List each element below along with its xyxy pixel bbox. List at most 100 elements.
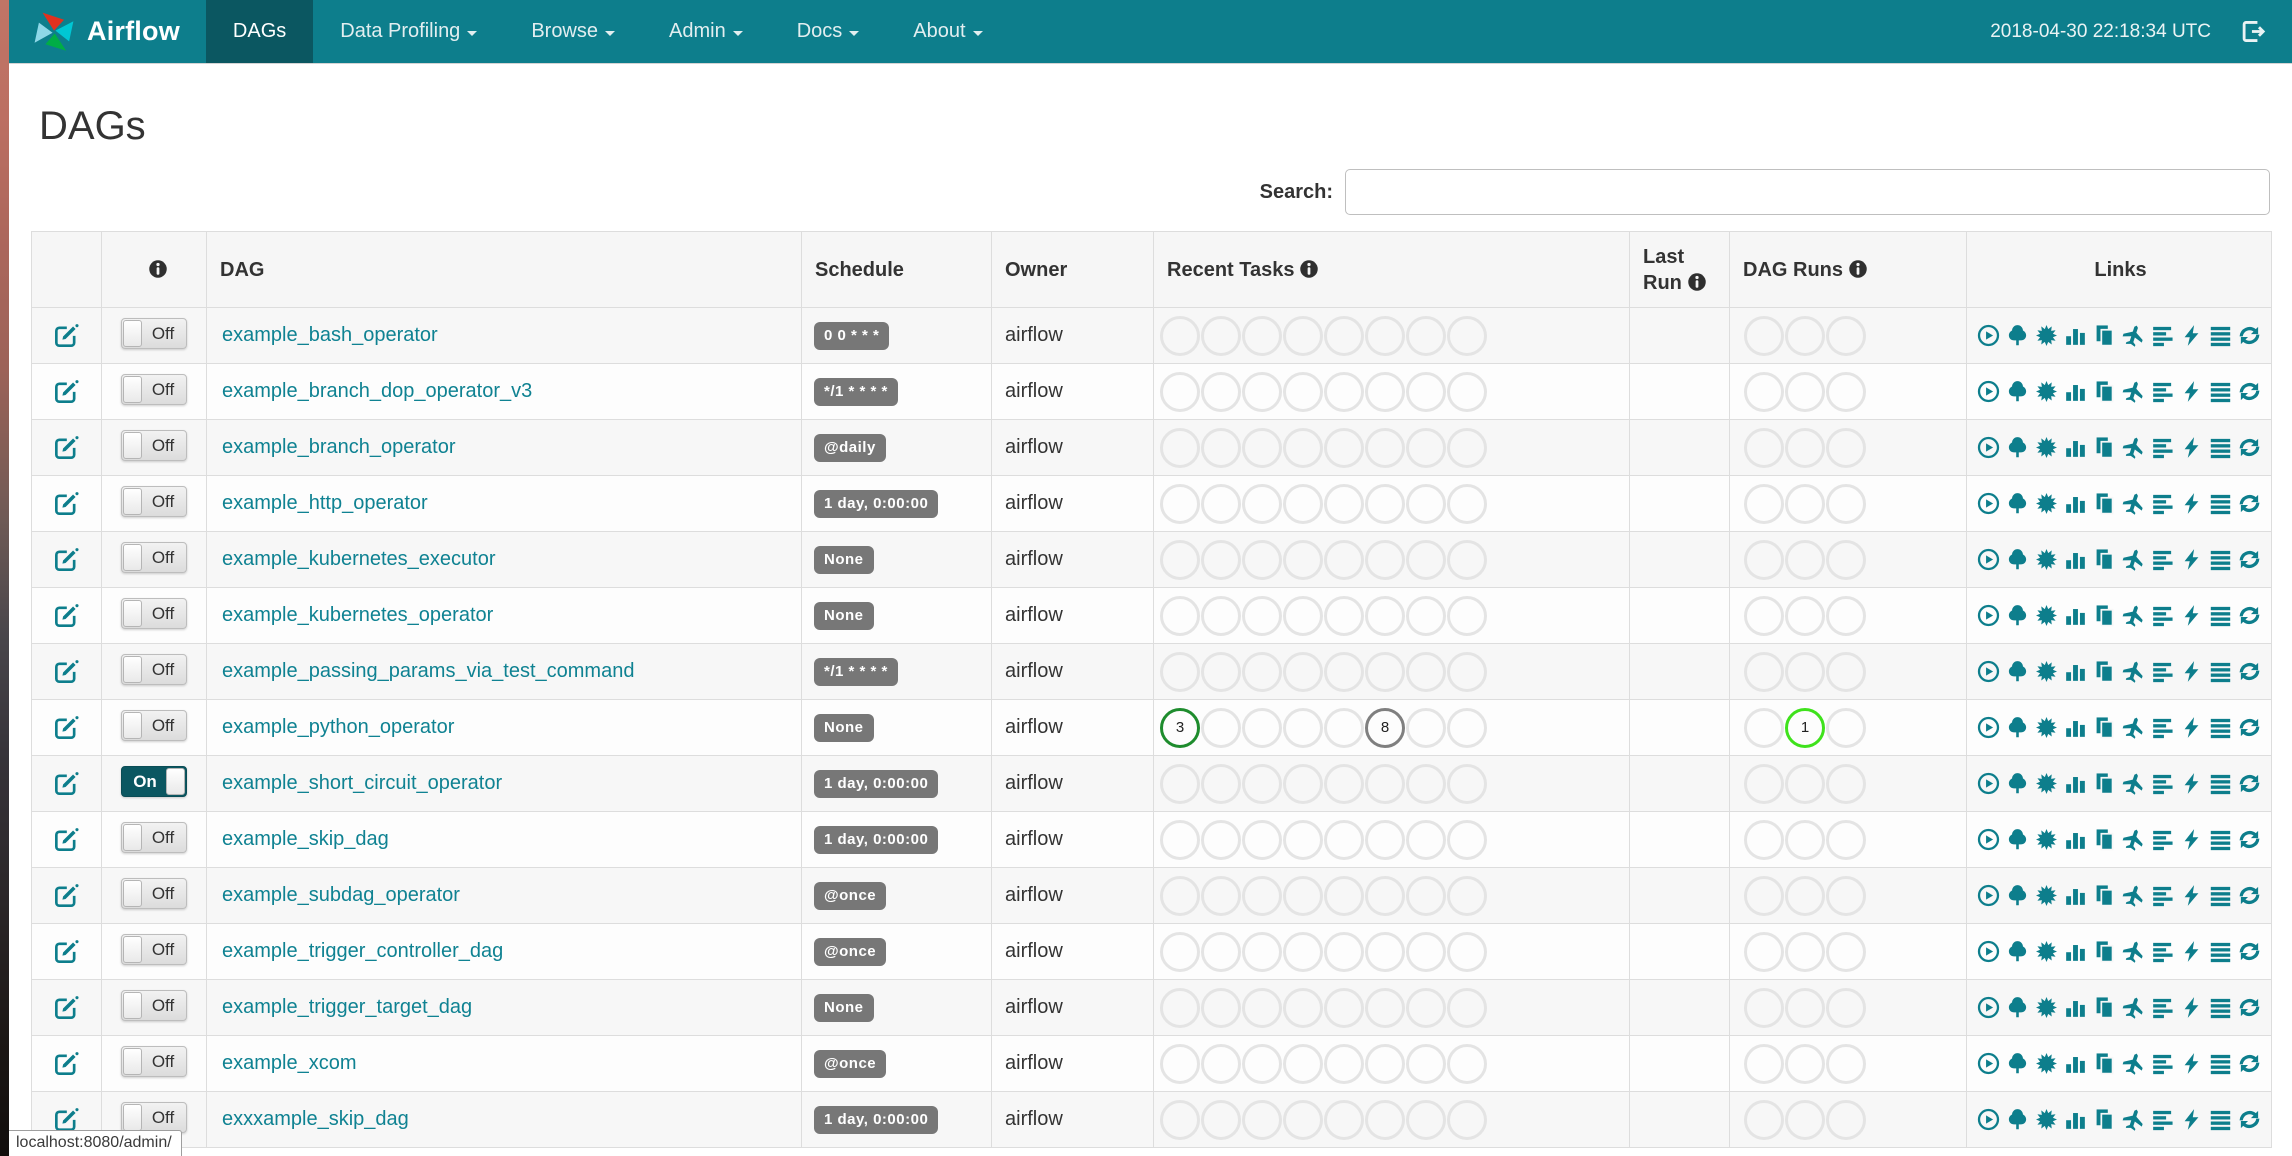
tree-view-icon[interactable] — [2006, 940, 2029, 963]
refresh-icon[interactable] — [2238, 380, 2261, 403]
edit-dag-icon[interactable] — [54, 603, 79, 628]
dag-pause-toggle[interactable]: Off — [121, 1101, 187, 1133]
task-tries-icon[interactable] — [2093, 380, 2116, 403]
logs-icon[interactable] — [2209, 884, 2232, 907]
dag-link[interactable]: exxxample_skip_dag — [222, 1108, 409, 1130]
refresh-icon[interactable] — [2238, 772, 2261, 795]
task-duration-icon[interactable] — [2064, 436, 2087, 459]
graph-view-icon[interactable] — [2035, 604, 2058, 627]
trigger-dag-icon[interactable] — [1977, 380, 2000, 403]
landing-times-icon[interactable] — [2122, 884, 2145, 907]
dag-link[interactable]: example_branch_operator — [222, 436, 456, 458]
dag-pause-toggle[interactable]: Off — [121, 373, 187, 405]
tree-view-icon[interactable] — [2006, 660, 2029, 683]
edit-dag-icon[interactable] — [54, 491, 79, 516]
trigger-dag-icon[interactable] — [1977, 940, 2000, 963]
landing-times-icon[interactable] — [2122, 660, 2145, 683]
trigger-dag-icon[interactable] — [1977, 716, 2000, 739]
dag-pause-toggle[interactable]: Off — [121, 317, 187, 349]
task-duration-icon[interactable] — [2064, 828, 2087, 851]
refresh-icon[interactable] — [2238, 436, 2261, 459]
task-duration-icon[interactable] — [2064, 996, 2087, 1019]
edit-dag-icon[interactable] — [54, 827, 79, 852]
dag-link[interactable]: example_passing_params_via_test_command — [222, 660, 634, 682]
edit-dag-icon[interactable] — [54, 1107, 79, 1132]
dag-pause-toggle[interactable]: Off — [121, 1045, 187, 1077]
trigger-dag-icon[interactable] — [1977, 1052, 2000, 1075]
schedule-badge[interactable]: 0 0 * * * — [814, 321, 890, 350]
edit-dag-icon[interactable] — [54, 659, 79, 684]
refresh-icon[interactable] — [2238, 828, 2261, 851]
refresh-icon[interactable] — [2238, 548, 2261, 571]
schedule-badge[interactable]: None — [814, 993, 874, 1022]
task-duration-icon[interactable] — [2064, 772, 2087, 795]
nav-item-about[interactable]: About — [886, 0, 1009, 63]
landing-times-icon[interactable] — [2122, 716, 2145, 739]
nav-item-data-profiling[interactable]: Data Profiling — [313, 0, 504, 63]
tree-view-icon[interactable] — [2006, 1052, 2029, 1075]
info-icon[interactable] — [1848, 259, 1868, 279]
trigger-dag-icon[interactable] — [1977, 660, 2000, 683]
gantt-view-icon[interactable] — [2151, 772, 2174, 795]
graph-view-icon[interactable] — [2035, 996, 2058, 1019]
task-tries-icon[interactable] — [2093, 492, 2116, 515]
code-view-icon[interactable] — [2180, 996, 2203, 1019]
dag-pause-toggle[interactable]: Off — [121, 485, 187, 517]
nav-item-docs[interactable]: Docs — [770, 0, 887, 63]
dag-link[interactable]: example_kubernetes_executor — [222, 548, 496, 570]
gantt-view-icon[interactable] — [2151, 436, 2174, 459]
tree-view-icon[interactable] — [2006, 1108, 2029, 1131]
search-input[interactable] — [1345, 169, 2270, 215]
dag-link[interactable]: example_xcom — [222, 1052, 357, 1074]
code-view-icon[interactable] — [2180, 772, 2203, 795]
task-tries-icon[interactable] — [2093, 940, 2116, 963]
gantt-view-icon[interactable] — [2151, 380, 2174, 403]
code-view-icon[interactable] — [2180, 1108, 2203, 1131]
trigger-dag-icon[interactable] — [1977, 1108, 2000, 1131]
code-view-icon[interactable] — [2180, 1052, 2203, 1075]
dag-pause-toggle[interactable]: Off — [121, 989, 187, 1021]
logs-icon[interactable] — [2209, 716, 2232, 739]
gantt-view-icon[interactable] — [2151, 996, 2174, 1019]
code-view-icon[interactable] — [2180, 828, 2203, 851]
graph-view-icon[interactable] — [2035, 548, 2058, 571]
code-view-icon[interactable] — [2180, 940, 2203, 963]
tree-view-icon[interactable] — [2006, 604, 2029, 627]
refresh-icon[interactable] — [2238, 324, 2261, 347]
dag-pause-toggle[interactable]: Off — [121, 933, 187, 965]
landing-times-icon[interactable] — [2122, 604, 2145, 627]
graph-view-icon[interactable] — [2035, 716, 2058, 739]
graph-view-icon[interactable] — [2035, 772, 2058, 795]
edit-dag-icon[interactable] — [54, 995, 79, 1020]
code-view-icon[interactable] — [2180, 604, 2203, 627]
dag-pause-toggle[interactable]: Off — [121, 653, 187, 685]
dag-run-circle[interactable]: 1 — [1785, 707, 1825, 748]
refresh-icon[interactable] — [2238, 996, 2261, 1019]
graph-view-icon[interactable] — [2035, 324, 2058, 347]
task-tries-icon[interactable] — [2093, 1108, 2116, 1131]
tree-view-icon[interactable] — [2006, 996, 2029, 1019]
edit-dag-icon[interactable] — [54, 435, 79, 460]
trigger-dag-icon[interactable] — [1977, 996, 2000, 1019]
airflow-brand[interactable]: Airflow — [9, 0, 206, 63]
dag-link[interactable]: example_trigger_target_dag — [222, 996, 472, 1018]
schedule-badge[interactable]: 1 day, 0:00:00 — [814, 825, 939, 854]
refresh-icon[interactable] — [2238, 492, 2261, 515]
landing-times-icon[interactable] — [2122, 436, 2145, 459]
schedule-badge[interactable]: None — [814, 713, 874, 742]
refresh-icon[interactable] — [2238, 716, 2261, 739]
task-tries-icon[interactable] — [2093, 996, 2116, 1019]
landing-times-icon[interactable] — [2122, 324, 2145, 347]
code-view-icon[interactable] — [2180, 436, 2203, 459]
tree-view-icon[interactable] — [2006, 492, 2029, 515]
landing-times-icon[interactable] — [2122, 380, 2145, 403]
tree-view-icon[interactable] — [2006, 380, 2029, 403]
edit-dag-icon[interactable] — [54, 883, 79, 908]
task-duration-icon[interactable] — [2064, 604, 2087, 627]
schedule-badge[interactable]: @once — [814, 1049, 887, 1078]
code-view-icon[interactable] — [2180, 716, 2203, 739]
task-duration-icon[interactable] — [2064, 380, 2087, 403]
task-duration-icon[interactable] — [2064, 1052, 2087, 1075]
dag-pause-toggle[interactable]: Off — [121, 541, 187, 573]
logs-icon[interactable] — [2209, 548, 2232, 571]
